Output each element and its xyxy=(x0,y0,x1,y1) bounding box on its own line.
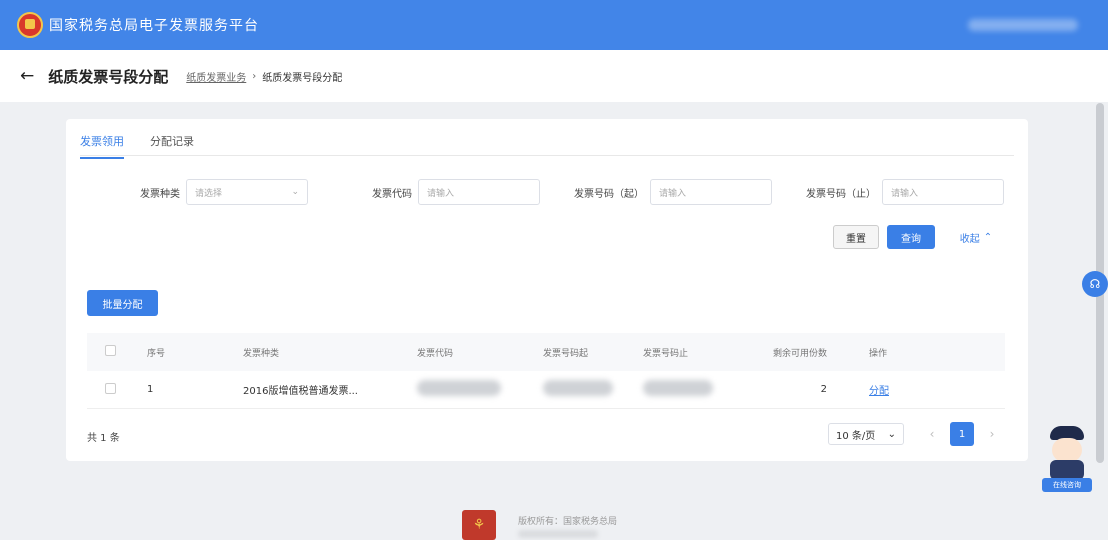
collapse-label: 收起 xyxy=(959,233,980,245)
invoice-type-label: 发票种类 xyxy=(140,188,180,200)
number-start-field: 发票号码（起） 请输入 xyxy=(560,179,772,205)
next-page-icon[interactable]: › xyxy=(984,427,1000,441)
row-checkbox[interactable] xyxy=(105,382,116,394)
chevron-down-icon: ⌄ xyxy=(887,428,896,440)
breadcrumb: 纸质发票业务 › 纸质发票号段分配 xyxy=(186,69,342,84)
chevron-up-icon: ⌃ xyxy=(983,231,993,243)
breadcrumb-separator: › xyxy=(252,70,257,82)
search-button[interactable]: 查询 xyxy=(887,225,935,249)
headset-icon[interactable]: ☊ xyxy=(1082,271,1108,297)
row-invoice-type: 2016版增值税普通发票... xyxy=(243,386,358,397)
page-size-select[interactable]: 10 条/页 ⌄ xyxy=(828,423,904,445)
batch-allocate-button[interactable]: 批量分配 xyxy=(87,290,158,316)
row-allocate-link[interactable]: 分配 xyxy=(869,386,889,397)
select-all-checkbox[interactable] xyxy=(105,345,116,356)
page-header: ← 纸质发票号段分配 纸质发票业务 › 纸质发票号段分配 xyxy=(0,50,1108,102)
column-header-action: 操作 xyxy=(869,348,888,359)
page-number-button[interactable]: 1 xyxy=(950,422,974,446)
footer-record-number xyxy=(518,530,598,538)
invoice-code-label: 发票代码 xyxy=(372,188,412,200)
assistant-face-icon xyxy=(1052,438,1082,462)
footer-copyright: 版权所有：国家税务总局 xyxy=(518,517,618,527)
tax-logo-icon: ⚘ xyxy=(462,510,496,540)
number-start-label: 发票号码（起） xyxy=(574,188,644,200)
invoice-type-field: 发票种类 请选择 ⌄ xyxy=(96,179,308,205)
page-title: 纸质发票号段分配 xyxy=(48,67,169,86)
number-end-field: 发票号码（止） 请输入 xyxy=(792,179,1004,205)
number-end-placeholder: 请输入 xyxy=(891,188,919,199)
row-number-start-redacted xyxy=(543,380,613,396)
invoice-type-select[interactable]: 请选择 ⌄ xyxy=(186,179,308,205)
column-header-remaining: 剩余可用份数 xyxy=(772,348,827,359)
footer: ⚘ 版权所有：国家税务总局 xyxy=(0,500,1108,540)
total-count: 共 1 条 xyxy=(87,433,120,444)
page-size-value: 10 条/页 xyxy=(836,430,876,442)
tab-divider xyxy=(80,155,1014,156)
collapse-filters-button[interactable]: 收起 ⌃ xyxy=(954,225,998,249)
invoice-code-field: 发票代码 请输入 xyxy=(328,179,540,205)
top-navigation-bar: 国家税务总局电子发票服务平台 xyxy=(0,0,1108,50)
row-remaining: 2 xyxy=(820,384,827,395)
number-end-input[interactable]: 请输入 xyxy=(882,179,1004,205)
prev-page-icon[interactable]: ‹ xyxy=(924,427,940,441)
column-header-index: 序号 xyxy=(147,348,166,359)
chevron-down-icon: ⌄ xyxy=(291,187,299,197)
table-row: 1 2016版增值税普通发票... 2 分配 xyxy=(87,371,1005,409)
tax-emblem-icon xyxy=(17,12,43,38)
row-number-end-redacted xyxy=(643,380,713,396)
assistant-label: 在线咨询 xyxy=(1042,478,1092,492)
assistant-body-icon xyxy=(1050,460,1084,480)
number-end-label: 发票号码（止） xyxy=(806,188,876,200)
table-header: 序号 发票种类 发票代码 发票号码起 发票号码止 剩余可用份数 操作 xyxy=(87,333,1005,371)
column-header-start: 发票号码起 xyxy=(543,348,589,359)
invoice-type-placeholder: 请选择 xyxy=(195,188,223,199)
column-header-code: 发票代码 xyxy=(417,348,454,359)
invoice-code-placeholder: 请输入 xyxy=(427,188,455,199)
pagination: ‹ 1 › xyxy=(924,422,1000,446)
row-invoice-code-redacted xyxy=(417,380,501,396)
number-start-input[interactable]: 请输入 xyxy=(650,179,772,205)
column-header-end: 发票号码止 xyxy=(643,348,689,359)
online-assistant[interactable]: 在线咨询 xyxy=(1040,426,1094,494)
main-card: 发票领用 分配记录 发票种类 请选择 ⌄ 发票代码 请输入 发票号码（起） 请输… xyxy=(66,119,1028,461)
invoice-table: 序号 发票种类 发票代码 发票号码起 发票号码止 剩余可用份数 操作 1 201… xyxy=(87,333,1005,409)
number-start-placeholder: 请输入 xyxy=(659,188,687,199)
invoice-code-input[interactable]: 请输入 xyxy=(418,179,540,205)
reset-button[interactable]: 重置 xyxy=(833,225,879,249)
user-info[interactable] xyxy=(968,19,1078,31)
breadcrumb-current: 纸质发票号段分配 xyxy=(262,72,343,84)
platform-title: 国家税务总局电子发票服务平台 xyxy=(49,18,259,34)
row-index: 1 xyxy=(147,384,154,395)
back-arrow-icon[interactable]: ← xyxy=(20,66,34,86)
breadcrumb-parent-link[interactable]: 纸质发票业务 xyxy=(186,69,246,84)
column-header-type: 发票种类 xyxy=(243,348,280,359)
